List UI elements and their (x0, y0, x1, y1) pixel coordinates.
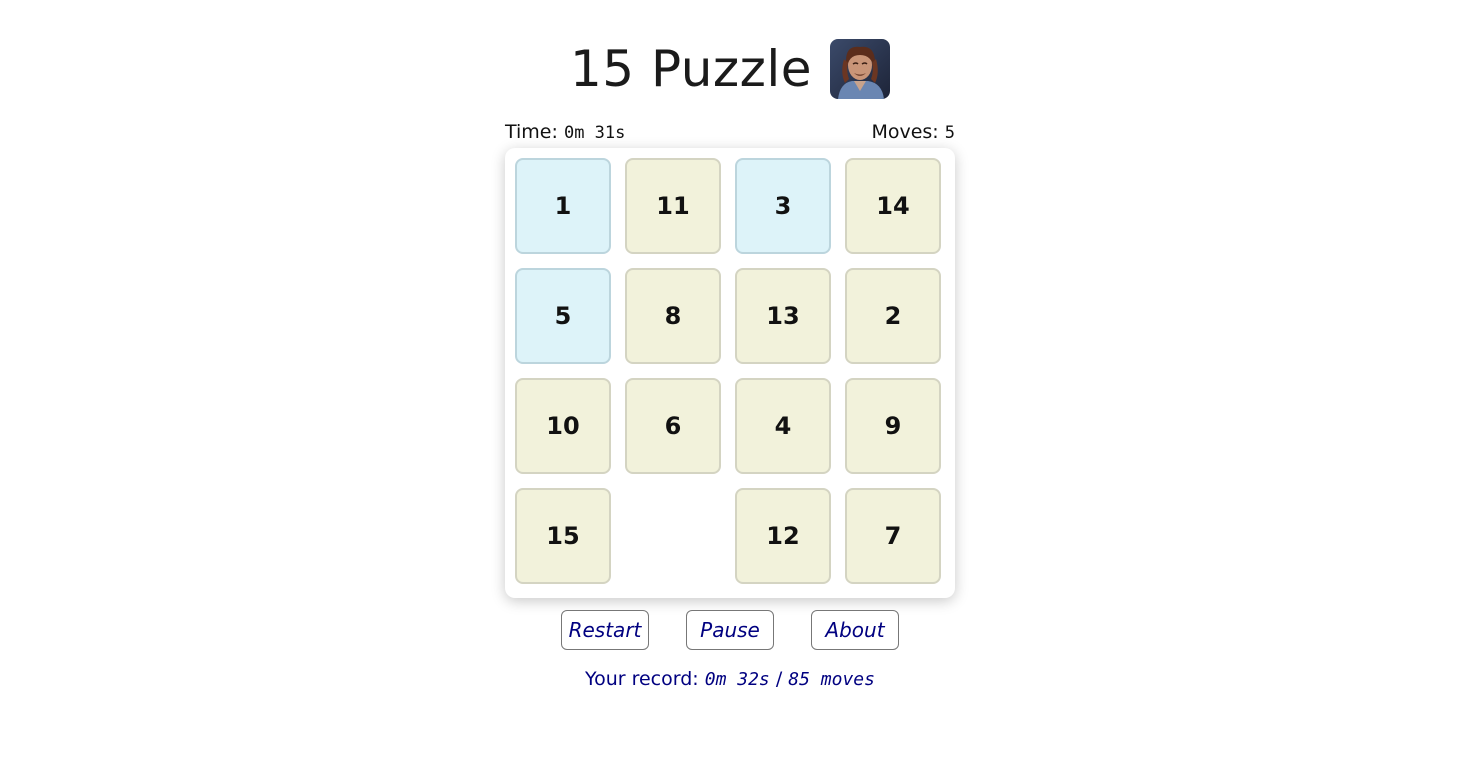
puzzle-board: 1 11 3 14 5 8 13 2 10 6 4 9 15 12 7 (505, 148, 955, 598)
record-separator: / (775, 668, 783, 690)
puzzle-tile-2[interactable]: 2 (845, 268, 941, 364)
puzzle-tile-8[interactable]: 8 (625, 268, 721, 364)
stats-bar: Time: 0m 31s Moves: 5 (505, 120, 955, 144)
record-line: Your record: 0m 32s / 85 moves (0, 668, 1460, 690)
puzzle-tile-13[interactable]: 13 (735, 268, 831, 364)
puzzle-tile-4[interactable]: 4 (735, 378, 831, 474)
time-label: Time: (505, 121, 558, 143)
puzzle-tile-6[interactable]: 6 (625, 378, 721, 474)
page-title: 15 Puzzle (569, 40, 813, 98)
empty-slot (625, 488, 721, 584)
record-time: 0m 32s (704, 669, 770, 690)
header: 15 Puzzle (0, 36, 1460, 102)
timer: Time: 0m 31s (505, 121, 625, 143)
pause-button[interactable]: Pause (686, 610, 774, 650)
record-label: Your record: (585, 668, 699, 690)
moves-value: 5 (944, 123, 955, 143)
puzzle-tile-12[interactable]: 12 (735, 488, 831, 584)
puzzle-tile-15[interactable]: 15 (515, 488, 611, 584)
puzzle-tile-7[interactable]: 7 (845, 488, 941, 584)
puzzle-page: 15 Puzzle Time: 0m 31s Moves: 5 1 11 3 1… (0, 0, 1460, 760)
portrait-avatar-icon (830, 39, 891, 99)
puzzle-tile-9[interactable]: 9 (845, 378, 941, 474)
record-moves: 85 moves (788, 669, 875, 690)
puzzle-tile-14[interactable]: 14 (845, 158, 941, 254)
puzzle-tile-11[interactable]: 11 (625, 158, 721, 254)
time-value: 0m 31s (563, 123, 626, 143)
move-counter: Moves: 5 (871, 121, 955, 143)
controls: Restart Pause About (0, 610, 1460, 650)
puzzle-tile-3[interactable]: 3 (735, 158, 831, 254)
restart-button[interactable]: Restart (561, 610, 649, 650)
moves-label: Moves: (871, 121, 939, 143)
puzzle-tile-1[interactable]: 1 (515, 158, 611, 254)
puzzle-tile-5[interactable]: 5 (515, 268, 611, 364)
about-button[interactable]: About (811, 610, 899, 650)
puzzle-tile-10[interactable]: 10 (515, 378, 611, 474)
